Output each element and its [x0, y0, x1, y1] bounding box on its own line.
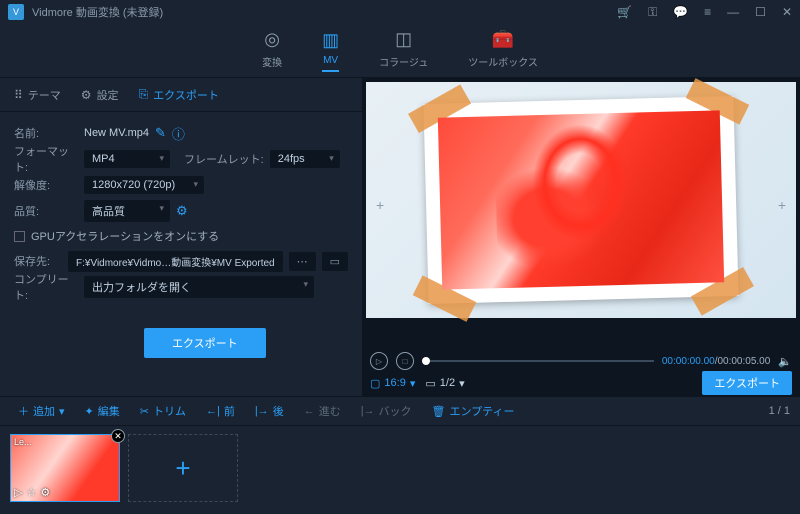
play-icon[interactable]: ▷ — [14, 486, 22, 499]
close-icon[interactable]: ✕ — [782, 5, 792, 20]
saveto-label: 保存先: — [14, 253, 60, 269]
chevron-down-icon: ▾ — [410, 377, 416, 390]
chevron-down-icon: ▾ — [59, 405, 65, 418]
backop-button[interactable]: |→バック — [353, 400, 420, 422]
front-button[interactable]: ←|前 — [198, 400, 243, 422]
complete-label: コンプリート: — [14, 271, 76, 303]
scissors-icon: ✂ — [140, 405, 149, 418]
export-button[interactable]: エクスポート — [144, 328, 266, 358]
star-icon[interactable]: ☆ — [26, 486, 36, 499]
delete-clip-icon[interactable]: ✕ — [111, 429, 125, 443]
preview-canvas: + + — [366, 82, 796, 318]
front-icon: ←| — [206, 405, 220, 417]
resolution-select[interactable]: 1280x720 (720p) — [84, 176, 204, 194]
export-icon: ⎘ — [139, 87, 149, 102]
add-clip-button[interactable]: + — [128, 434, 238, 502]
page-select[interactable]: ▭ 1/2 ▾ — [425, 377, 464, 390]
subtab-theme[interactable]: ⠿ テーマ — [14, 87, 61, 103]
photo-frame — [423, 96, 738, 304]
collage-icon: ◫ — [395, 29, 412, 50]
resolution-label: 解像度: — [14, 177, 76, 193]
maximize-icon[interactable]: ☐ — [755, 5, 766, 20]
info-icon[interactable]: ⓘ — [172, 124, 185, 143]
forward-icon: ← — [304, 405, 315, 417]
stop-button[interactable]: □ — [396, 352, 414, 370]
chevron-down-icon: ▾ — [459, 377, 465, 390]
timeline-slider[interactable] — [422, 360, 654, 362]
play-button[interactable]: ▷ — [370, 352, 388, 370]
thumb-label: Le... — [14, 437, 32, 447]
prev-slot-icon[interactable]: + — [376, 197, 384, 213]
quality-label: 品質: — [14, 203, 76, 219]
tab-collage[interactable]: ◫ コラージュ — [379, 29, 428, 73]
clip-thumbnail[interactable]: Le... ✕ ▷ ☆ ⚙ — [10, 434, 120, 502]
cart-icon[interactable]: 🛒 — [617, 5, 632, 20]
trash-icon: 🗑 — [432, 405, 446, 418]
minimize-icon[interactable]: — — [727, 5, 739, 20]
gpu-checkbox[interactable]: GPUアクセラレーションをオンにする — [14, 224, 348, 248]
trim-button[interactable]: ✂トリム — [132, 400, 194, 422]
edit-name-icon[interactable]: ✎ — [155, 125, 166, 141]
format-label: フォーマット: — [14, 143, 76, 175]
app-logo: V — [8, 4, 24, 20]
convert-icon: ◎ — [264, 29, 280, 50]
settings-icon[interactable]: ⚙ — [40, 486, 50, 499]
quality-gear-icon[interactable]: ⚙ — [176, 203, 188, 219]
edit-button[interactable]: ✦編集 — [77, 400, 128, 422]
mv-icon: ▥ — [322, 30, 339, 51]
tab-toolbox[interactable]: 🧰 ツールボックス — [468, 29, 538, 73]
checkbox-icon — [14, 231, 25, 242]
tab-convert[interactable]: ◎ 変換 — [262, 29, 282, 73]
subtab-export[interactable]: ⎘ エクスポート — [139, 87, 219, 103]
page-indicator: 1 / 1 — [769, 405, 790, 417]
subtab-settings[interactable]: ⚙ 設定 — [81, 87, 119, 103]
page-icon: ▭ — [425, 377, 435, 390]
theme-icon: ⠿ — [14, 88, 23, 102]
add-button[interactable]: ＋追加▾ — [10, 400, 73, 422]
aspect-select[interactable]: ▢ 16:9 ▾ — [370, 377, 415, 390]
window-title: Vidmore 動画変換 (未登録) — [32, 4, 617, 20]
framerate-label: フレームレット: — [184, 151, 264, 167]
key-icon[interactable]: ⚿ — [648, 5, 657, 20]
name-label: 名前: — [14, 125, 76, 141]
back-icon: |→ — [255, 405, 269, 417]
backop-icon: |→ — [361, 405, 375, 417]
volume-icon[interactable]: 🔈 — [778, 355, 792, 368]
aspect-icon: ▢ — [370, 377, 380, 390]
quality-select[interactable]: 高品質 — [84, 200, 170, 222]
browse-button[interactable]: ⋯ — [289, 252, 316, 271]
name-value[interactable]: New MV.mp4 — [84, 127, 149, 139]
empty-button[interactable]: 🗑エンプティー — [424, 400, 523, 422]
back-button[interactable]: |→後 — [247, 400, 292, 422]
format-select[interactable]: MP4 — [84, 150, 170, 168]
saveto-path[interactable]: F:¥Vidmore¥Vidmo…動画変換¥MV Exported — [68, 251, 283, 272]
gear-icon: ⚙ — [81, 88, 92, 102]
time-display: 00:00:00.00/00:00:05.00 — [662, 356, 770, 367]
openfolder-icon[interactable]: ▭ — [322, 252, 348, 271]
wand-icon: ✦ — [85, 405, 94, 418]
next-slot-icon[interactable]: + — [778, 197, 786, 213]
chat-icon[interactable]: 💬 — [673, 5, 688, 20]
plus-icon: ＋ — [18, 403, 29, 419]
toolbox-icon: 🧰 — [492, 29, 514, 50]
forward-button[interactable]: ←進む — [296, 400, 349, 422]
framerate-select[interactable]: 24fps — [270, 150, 340, 168]
complete-select[interactable]: 出力フォルダを開く — [84, 276, 314, 298]
tab-mv[interactable]: ▥ MV — [322, 30, 339, 72]
preview-export-button[interactable]: エクスポート — [702, 371, 792, 395]
menu-icon[interactable]: ≡ — [704, 5, 711, 20]
